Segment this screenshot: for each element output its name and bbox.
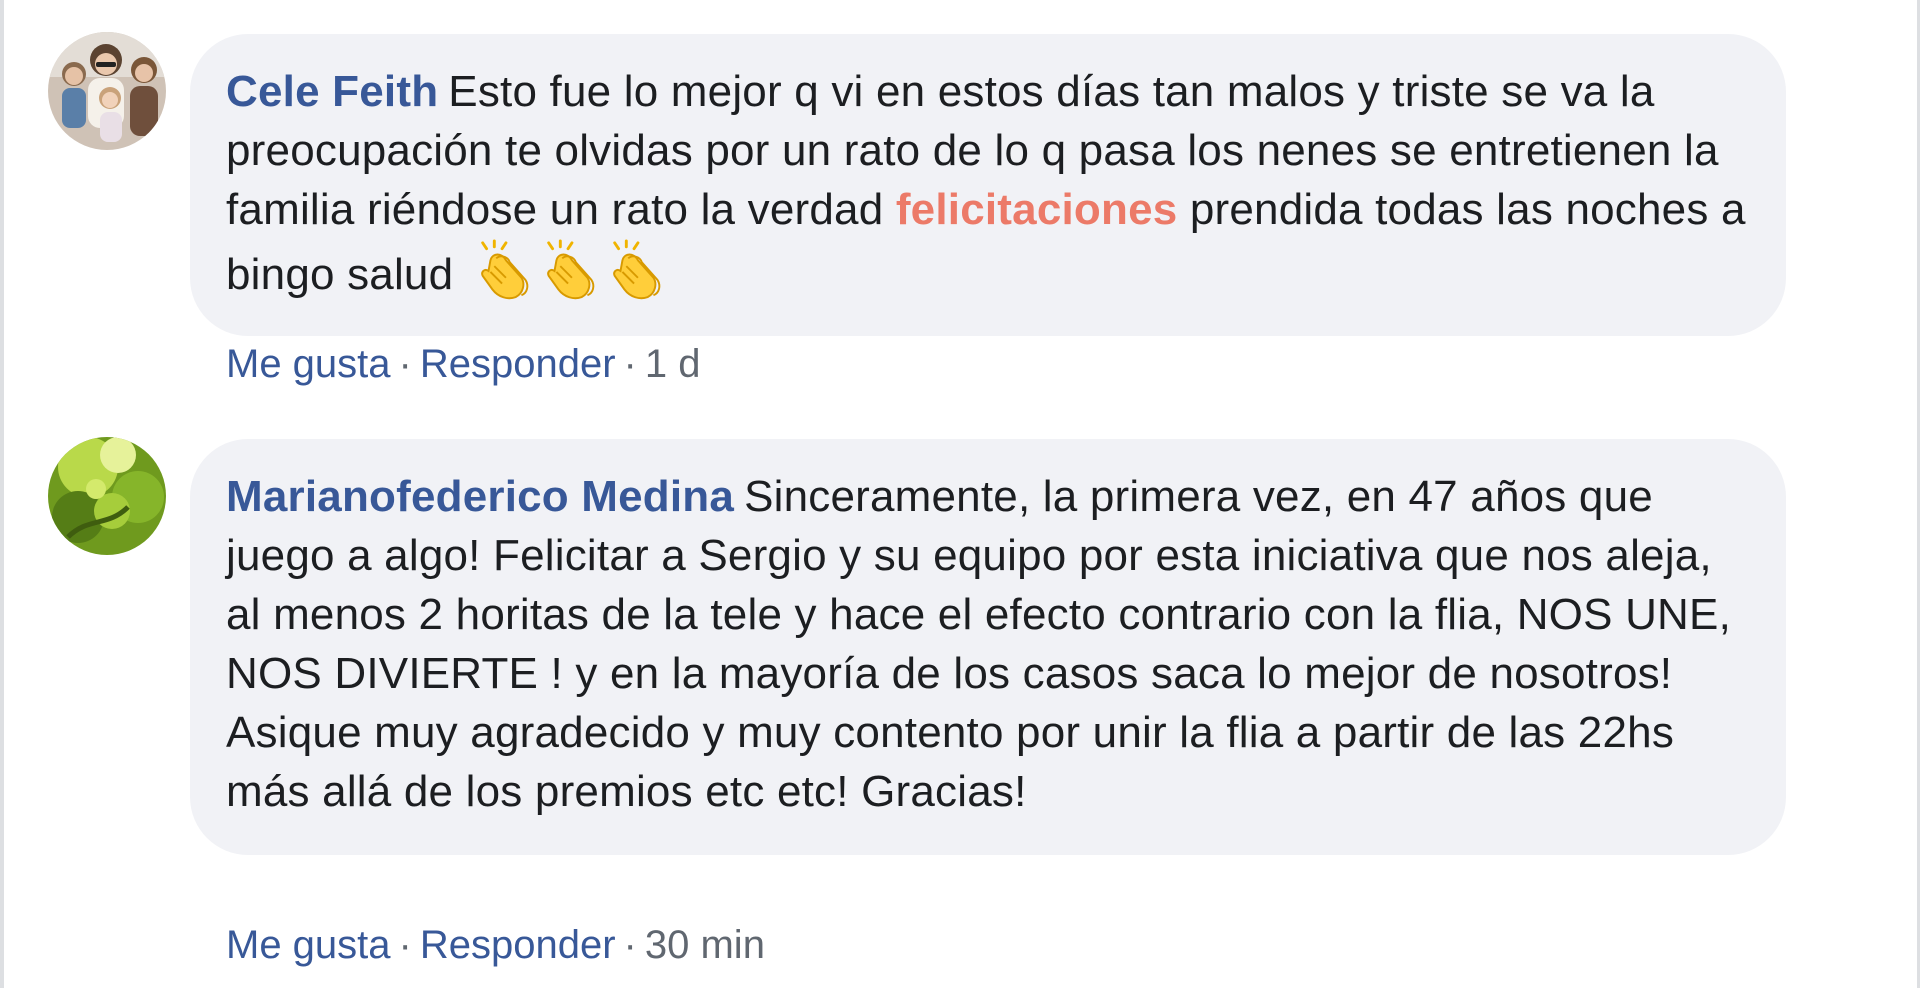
- comment-bubble: Cele Feith Esto fue lo mejor q vi en esto…: [190, 34, 1786, 336]
- separator-dot: ·: [623, 923, 637, 967]
- green-leaves-avatar-icon: [48, 437, 166, 555]
- comment-timestamp[interactable]: 1 d: [645, 342, 701, 386]
- comment-bubble: Marianofederico Medina Sinceramente, la p…: [190, 439, 1786, 855]
- highlighted-word: felicitaciones: [895, 185, 1178, 234]
- clapping-hands-icon: [613, 239, 661, 300]
- clapping-hands-icon: [547, 239, 595, 300]
- clapping-hands-icon: [481, 239, 529, 300]
- comment-timestamp[interactable]: 30 min: [645, 923, 765, 967]
- avatar-cele-feith[interactable]: [48, 32, 166, 150]
- comment-actions: Me gusta · Responder · 30 min: [226, 921, 765, 969]
- family-photo-avatar-icon: [48, 32, 166, 150]
- separator-dot: ·: [623, 342, 637, 386]
- reply-link[interactable]: Responder: [420, 342, 616, 386]
- like-link[interactable]: Me gusta: [226, 923, 391, 967]
- comment-author[interactable]: Marianofederico Medina: [226, 472, 734, 521]
- separator-dot: ·: [398, 342, 412, 386]
- avatar-marianofederico-medina[interactable]: [48, 437, 166, 555]
- separator-dot: ·: [398, 923, 412, 967]
- comment-text: Sinceramente, la primera vez, en 47 años…: [226, 472, 1732, 816]
- comment-actions: Me gusta · Responder · 1 d: [226, 340, 700, 388]
- reply-link[interactable]: Responder: [420, 923, 616, 967]
- comment-author[interactable]: Cele Feith: [226, 67, 438, 116]
- left-border: [0, 0, 4, 988]
- like-link[interactable]: Me gusta: [226, 342, 391, 386]
